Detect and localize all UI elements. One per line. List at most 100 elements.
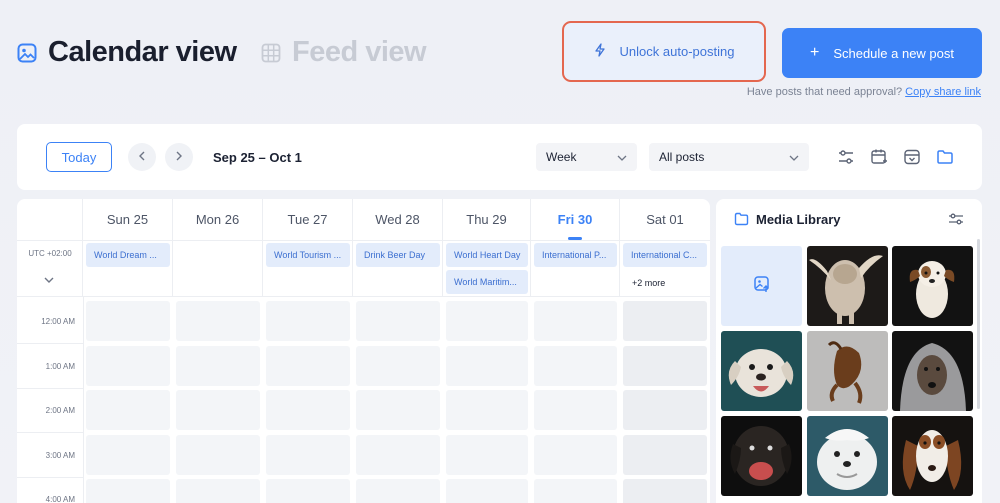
posts-filter-select[interactable]: All posts — [649, 143, 809, 171]
schedule-post-button[interactable]: + Schedule a new post — [782, 28, 982, 78]
more-events-link[interactable]: +2 more — [632, 278, 665, 288]
time-slot[interactable] — [86, 390, 170, 430]
chevron-right-icon — [175, 148, 183, 166]
day-header-fri[interactable]: Fri 30 — [531, 199, 620, 241]
time-slot[interactable] — [534, 435, 617, 475]
time-slot[interactable] — [356, 479, 440, 503]
day-header-sun[interactable]: Sun 25 — [83, 199, 173, 241]
event-chip[interactable]: World Heart Day — [446, 243, 528, 267]
dog-photo-thumbnail[interactable] — [807, 331, 888, 411]
event-chip[interactable]: International C... — [623, 243, 707, 267]
next-week-button[interactable] — [165, 143, 193, 171]
time-slot[interactable] — [446, 346, 528, 386]
feed-view-label: Feed view — [292, 36, 427, 68]
time-slot[interactable] — [356, 435, 440, 475]
event-chip[interactable]: International P... — [534, 243, 617, 267]
day-header-tue[interactable]: Tue 27 — [263, 199, 353, 241]
time-slot[interactable] — [534, 346, 617, 386]
time-slot[interactable] — [446, 479, 528, 503]
time-slot[interactable] — [623, 301, 707, 341]
week-calendar: Sun 25 Mon 26 Tue 27 Wed 28 Thu 29 Fri 3… — [17, 199, 710, 503]
calendar-add-icon[interactable] — [870, 148, 888, 166]
dog-photo-thumbnail[interactable] — [721, 331, 802, 411]
allday-cell[interactable] — [173, 241, 263, 297]
time-slot[interactable] — [356, 301, 440, 341]
time-slot[interactable] — [86, 301, 170, 341]
time-slot[interactable] — [266, 390, 350, 430]
dog-photo-thumbnail[interactable] — [721, 416, 802, 496]
event-chip[interactable]: World Dream ... — [86, 243, 170, 267]
archive-icon[interactable] — [903, 148, 921, 166]
day-header-thu[interactable]: Thu 29 — [443, 199, 531, 241]
time-label: 4:00 AM — [45, 495, 75, 503]
time-label: 1:00 AM — [45, 362, 75, 371]
folder-icon — [734, 212, 749, 231]
time-slot[interactable] — [623, 346, 707, 386]
event-chip[interactable]: World Tourism ... — [266, 243, 350, 267]
media-library-title: Media Library — [756, 212, 841, 227]
filter-sliders-icon[interactable] — [948, 212, 964, 231]
previous-week-button[interactable] — [128, 143, 156, 171]
time-label: 2:00 AM — [45, 406, 75, 415]
time-slot[interactable] — [266, 479, 350, 503]
gutter-divider — [83, 297, 84, 503]
time-slot[interactable] — [176, 479, 260, 503]
time-slot[interactable] — [534, 479, 617, 503]
hour-divider — [17, 388, 83, 389]
view-select[interactable]: Week — [536, 143, 637, 171]
copy-share-link[interactable]: Copy share link — [905, 86, 981, 98]
dog-photo-thumbnail[interactable] — [892, 416, 973, 496]
time-slot[interactable] — [266, 301, 350, 341]
time-slot[interactable] — [534, 390, 617, 430]
chevron-down-icon[interactable] — [43, 271, 55, 289]
image-calendar-icon — [16, 42, 38, 64]
time-slot[interactable] — [534, 301, 617, 341]
chevron-down-icon — [789, 150, 799, 164]
dog-photo-thumbnail[interactable] — [807, 246, 888, 326]
date-range: Sep 25 – Oct 1 — [213, 150, 302, 165]
event-chip[interactable]: Drink Beer Day — [356, 243, 440, 267]
calendar-view-tab[interactable]: Calendar view — [16, 36, 237, 69]
schedule-label: Schedule a new post — [833, 45, 955, 61]
time-slot[interactable] — [356, 390, 440, 430]
grid-icon — [260, 42, 282, 64]
time-slot[interactable] — [266, 346, 350, 386]
calendar-toolbar: Today Sep 25 – Oct 1 Week All posts — [17, 124, 982, 190]
time-slot[interactable] — [86, 346, 170, 386]
media-scrollbar[interactable] — [977, 239, 980, 409]
time-slot[interactable] — [356, 346, 440, 386]
timezone-cell[interactable]: UTC +02:00 — [17, 241, 83, 297]
time-slot[interactable] — [623, 479, 707, 503]
time-slot[interactable] — [446, 435, 528, 475]
media-library-panel: Media Library — [716, 199, 982, 503]
time-slot[interactable] — [176, 435, 260, 475]
time-slot[interactable] — [446, 390, 528, 430]
time-slot[interactable] — [176, 346, 260, 386]
today-button[interactable]: Today — [46, 142, 112, 172]
time-slot[interactable] — [86, 435, 170, 475]
feed-view-tab[interactable]: Feed view — [260, 36, 427, 69]
time-slot[interactable] — [623, 435, 707, 475]
filter-sliders-icon[interactable] — [837, 148, 855, 166]
day-header-wed[interactable]: Wed 28 — [353, 199, 443, 241]
day-header-mon[interactable]: Mon 26 — [173, 199, 263, 241]
event-chip[interactable]: World Maritim... — [446, 270, 528, 294]
dog-photo-thumbnail[interactable] — [892, 246, 973, 326]
dog-photo-thumbnail[interactable] — [892, 331, 973, 411]
time-slot[interactable] — [176, 390, 260, 430]
time-slot[interactable] — [446, 301, 528, 341]
day-header-sat[interactable]: Sat 01 — [620, 199, 710, 241]
time-slot[interactable] — [176, 301, 260, 341]
time-slot[interactable] — [266, 435, 350, 475]
unlock-auto-posting-button[interactable]: Unlock auto-posting — [562, 21, 766, 82]
folder-icon[interactable] — [936, 148, 954, 166]
upload-media-button[interactable] — [721, 246, 802, 326]
chevron-down-icon — [617, 150, 627, 164]
lightning-icon — [594, 43, 606, 60]
hour-divider — [17, 432, 83, 433]
time-slot[interactable] — [623, 390, 707, 430]
dog-photo-thumbnail[interactable] — [807, 416, 888, 496]
calendar-view-label: Calendar view — [48, 36, 237, 68]
time-slot[interactable] — [86, 479, 170, 503]
plus-icon: + — [809, 44, 820, 61]
